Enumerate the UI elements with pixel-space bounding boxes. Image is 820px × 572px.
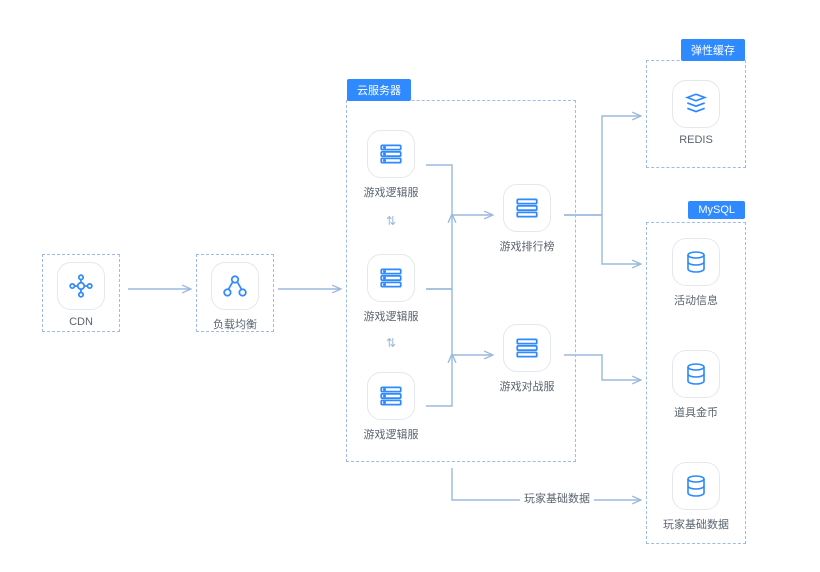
redis-node: REDIS [661,80,731,146]
link-icon: ⇅ [384,214,398,228]
server-icon [503,324,551,372]
ranking-server: 游戏排行榜 [492,184,562,254]
load-balancer-icon [211,262,259,310]
battle-server: 游戏对战服 [492,324,562,394]
logic-server-2-label: 游戏逻辑服 [356,308,426,324]
mysql-panel-title: MySQL [688,201,745,219]
db-player-label: 玩家基础数据 [661,516,731,532]
cloud-server-title: 云服务器 [347,79,411,101]
logic-server-2: 游戏逻辑服 [356,254,426,324]
server-icon [367,254,415,302]
lb-node: 负载均衡 [200,262,270,332]
network-icon [57,262,105,310]
db-coins: 道具金币 [661,350,731,420]
logic-server-1: 游戏逻辑服 [356,130,426,200]
db-activity-label: 活动信息 [661,292,731,308]
flow-label-player-data: 玩家基础数据 [520,490,594,506]
logic-server-3: 游戏逻辑服 [356,372,426,442]
database-icon [672,462,720,510]
db-coins-label: 道具金币 [661,404,731,420]
stack-icon [672,80,720,128]
logic-server-1-label: 游戏逻辑服 [356,184,426,200]
architecture-diagram: CDN 负载均衡 云服务器 游戏逻辑服 ⇅ [0,0,820,572]
cdn-node: CDN [46,262,116,328]
db-player: 玩家基础数据 [661,462,731,532]
redis-label: REDIS [661,134,731,146]
cache-panel-title: 弹性缓存 [681,39,745,61]
lb-label: 负载均衡 [200,316,270,332]
battle-server-label: 游戏对战服 [492,378,562,394]
logic-server-3-label: 游戏逻辑服 [356,426,426,442]
ranking-server-label: 游戏排行榜 [492,238,562,254]
link-icon: ⇅ [384,336,398,350]
database-icon [672,238,720,286]
server-icon [367,130,415,178]
database-icon [672,350,720,398]
server-icon [503,184,551,232]
cdn-label: CDN [46,316,116,328]
db-activity: 活动信息 [661,238,731,308]
server-icon [367,372,415,420]
